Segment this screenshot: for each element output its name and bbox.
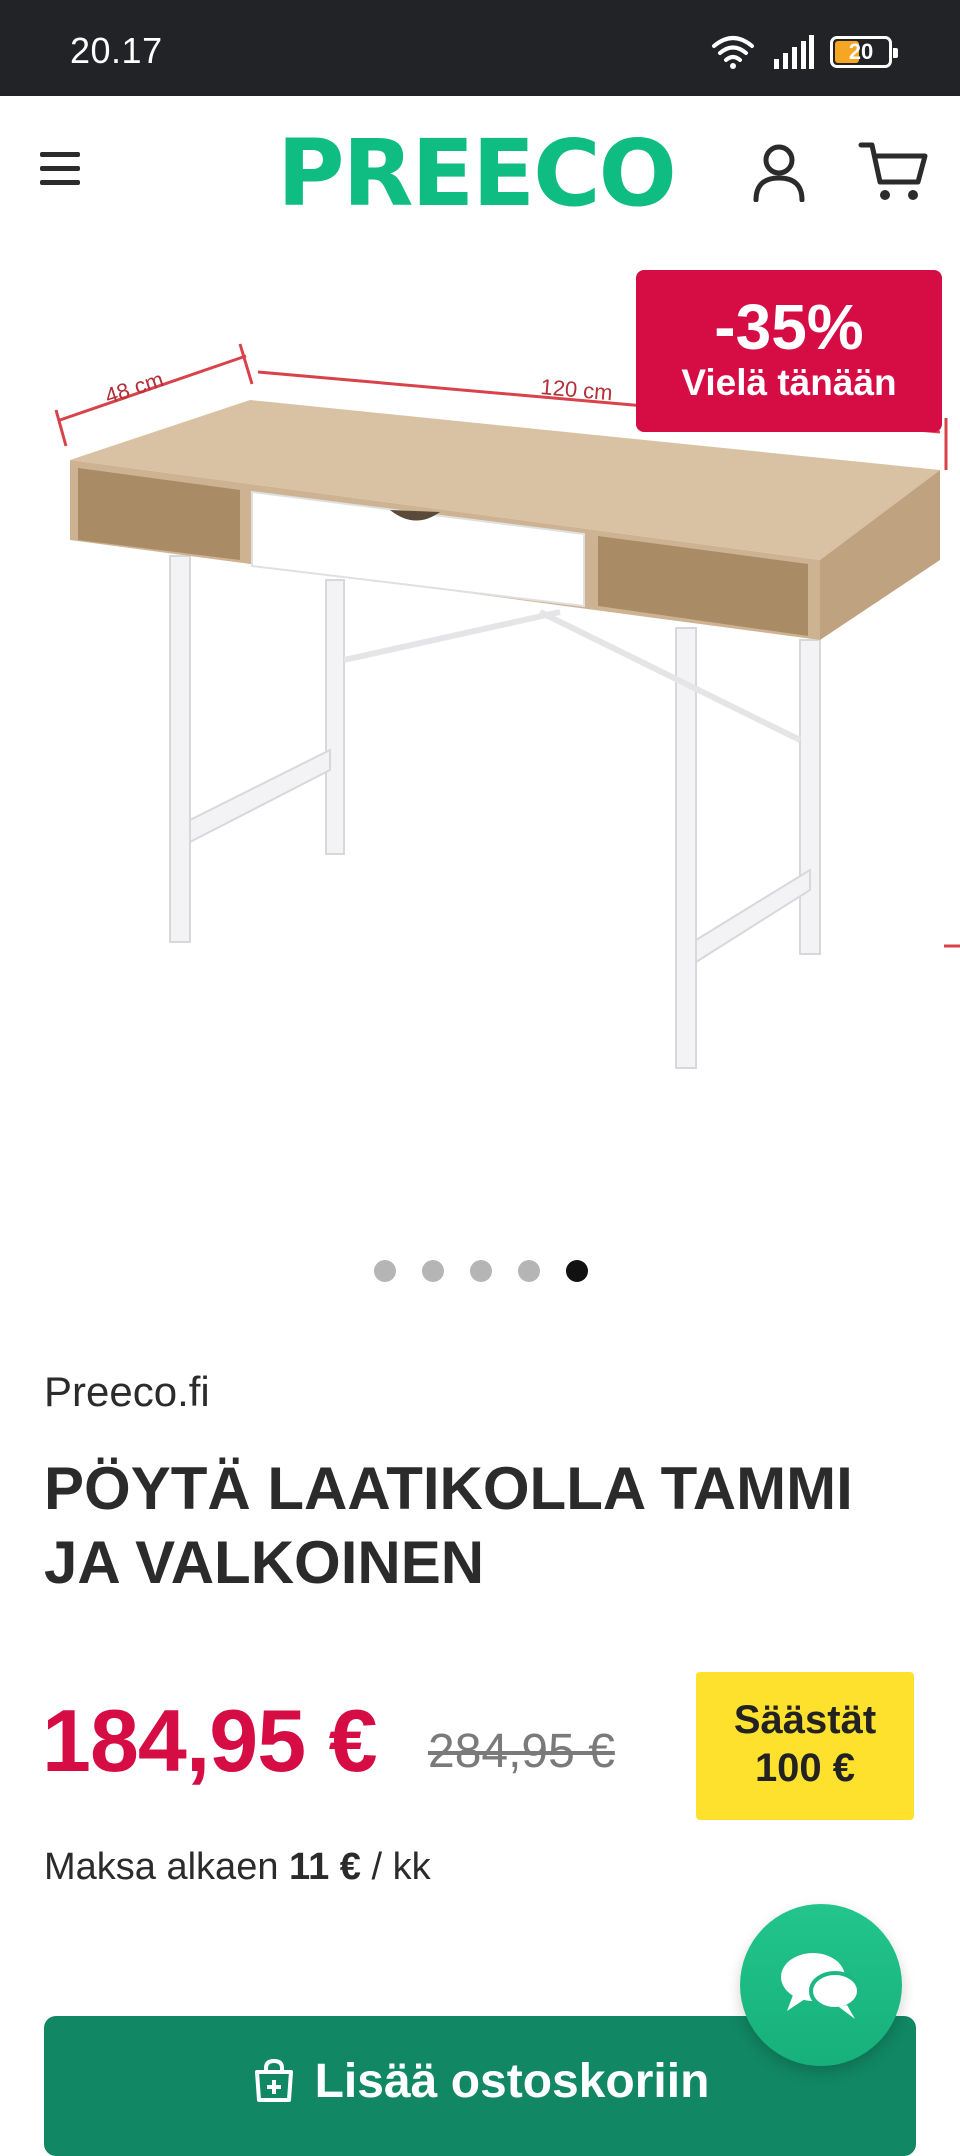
carousel-dot[interactable] xyxy=(422,1260,444,1282)
dimension-depth-label: 48 cm xyxy=(102,366,167,408)
battery-icon: 20 xyxy=(830,36,898,68)
carousel-dots xyxy=(374,1260,588,1282)
product-brand[interactable]: Preeco.fi xyxy=(44,1368,210,1416)
site-header: PREECO xyxy=(0,96,960,252)
installment-info: Maksa alkaen 11 € / kk xyxy=(44,1846,431,1889)
logo[interactable]: PREECO xyxy=(276,120,677,228)
installment-suffix: / kk xyxy=(371,1846,431,1888)
savings-badge: Säästät 100 € xyxy=(696,1672,914,1820)
chat-button[interactable] xyxy=(740,1904,902,2066)
chat-icon xyxy=(781,1953,861,2019)
account-icon[interactable] xyxy=(752,142,806,202)
installment-amount: 11 € xyxy=(289,1846,361,1888)
installment-prefix: Maksa alkaen xyxy=(44,1846,279,1888)
carousel-dot[interactable] xyxy=(374,1260,396,1282)
sale-label: Vielä tänään xyxy=(681,362,897,403)
savings-amount: 100 € xyxy=(754,1746,856,1790)
status-bar: 20.17 20 xyxy=(0,0,960,96)
product-title: PÖYTÄ LAATIKOLLA TAMMI JA VALKOINEN xyxy=(44,1455,853,1596)
wifi-icon xyxy=(712,36,754,69)
menu-icon[interactable] xyxy=(40,152,80,192)
carousel-dot[interactable] xyxy=(518,1260,540,1282)
carousel-dot[interactable] xyxy=(470,1260,492,1282)
sale-badge: -35% Vielä tänään xyxy=(636,270,942,432)
cart-add-icon xyxy=(254,2058,293,2102)
savings-label: Säästät xyxy=(733,1698,877,1742)
add-to-cart-label: Lisää ostoskoriin xyxy=(314,2055,710,2108)
sale-percent: -35% xyxy=(714,291,864,363)
battery-level: 20 xyxy=(848,39,874,64)
status-icons: 20 xyxy=(710,34,898,70)
status-time: 20.17 xyxy=(70,30,163,71)
signal-icon xyxy=(774,35,814,69)
product-old-price: 284,95 € xyxy=(428,1725,615,1778)
dimension-width-label: 120 cm xyxy=(540,374,614,405)
product-price: 184,95 € xyxy=(42,1691,378,1790)
cart-icon[interactable] xyxy=(858,140,928,204)
carousel-dot-active[interactable] xyxy=(566,1260,588,1282)
